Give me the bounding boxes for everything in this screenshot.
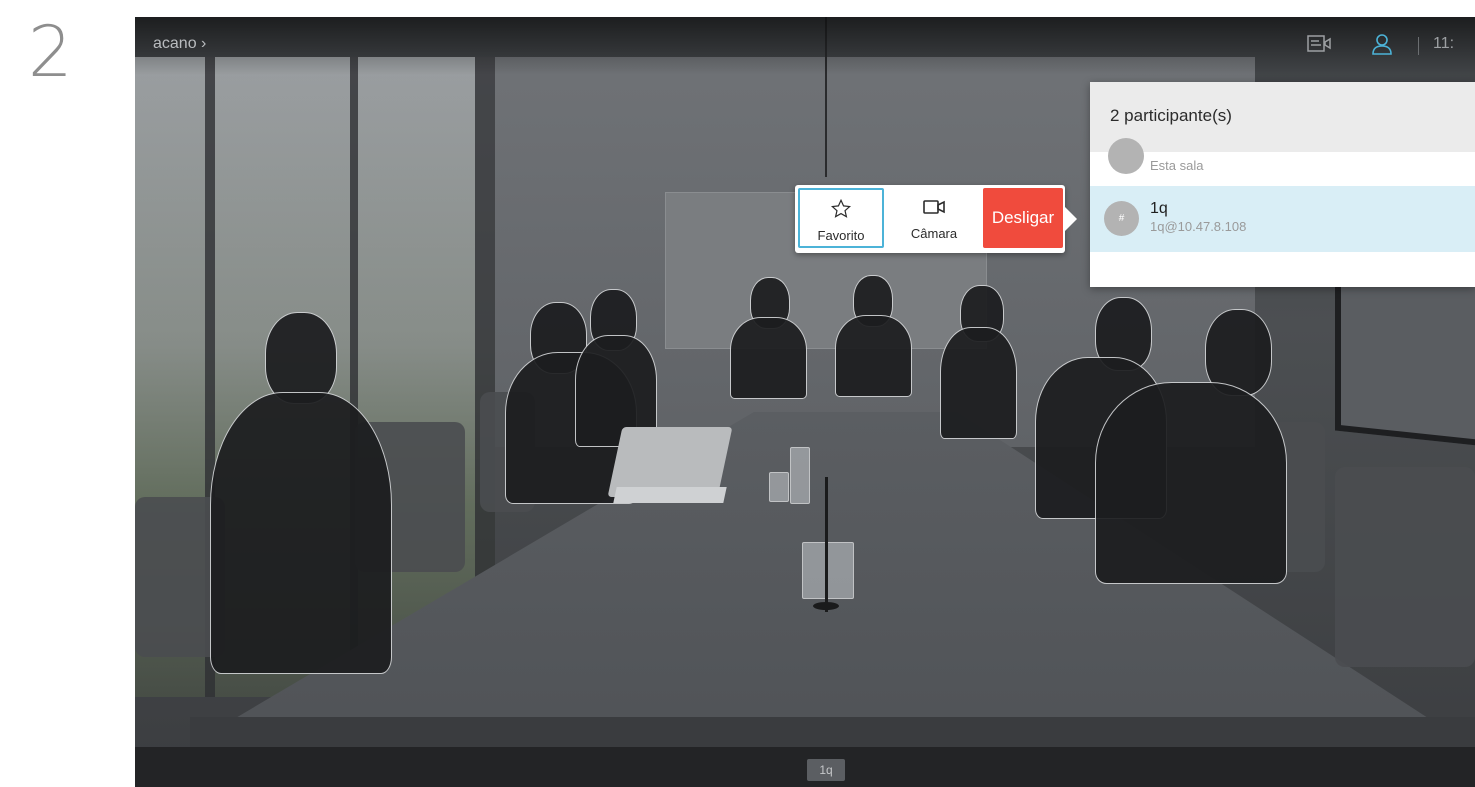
microphone-base [813, 602, 839, 610]
layout-icon[interactable] [1307, 33, 1331, 60]
camera-button[interactable]: Câmara [887, 188, 981, 248]
hangup-button[interactable]: Desligar [983, 188, 1063, 248]
call-name[interactable]: acano › [153, 35, 206, 53]
person-silhouette [940, 327, 1017, 439]
participants-icon[interactable] [1371, 33, 1393, 60]
person-silhouette [265, 312, 337, 404]
person-silhouette [210, 392, 392, 674]
avatar: # [1104, 201, 1139, 236]
topbar-divider [1418, 37, 1419, 55]
popover-pointer [1064, 206, 1077, 232]
camera-icon [887, 196, 981, 218]
table-panel [802, 542, 854, 599]
clock: 11: [1433, 35, 1455, 52]
person-silhouette [730, 317, 807, 399]
person-silhouette [835, 315, 912, 397]
favorite-button[interactable]: Favorito [798, 188, 884, 248]
chair [1335, 467, 1475, 667]
participant-name: 1q [1150, 200, 1168, 217]
participants-panel: 2 participante(s) Esta sala # 1q 1q@10.4… [1090, 82, 1475, 287]
participant-subtitle: Esta sala [1150, 158, 1204, 173]
window-mullion [475, 57, 495, 617]
glass [769, 472, 789, 502]
panel-title: 2 participante(s) [1110, 106, 1232, 125]
avatar [1108, 138, 1144, 174]
participant-row-this-room[interactable]: Esta sala [1090, 138, 1475, 186]
self-view-label: 1q [807, 759, 845, 781]
top-bar: acano › 11: [135, 17, 1475, 75]
camera-label: Câmara [910, 226, 958, 241]
floor [135, 747, 1475, 787]
call-name-label: acano [153, 35, 197, 52]
chevron-right-icon: › [201, 35, 207, 52]
panel-header: 2 participante(s) [1090, 82, 1475, 152]
favorite-label: Favorito [817, 228, 865, 243]
participant-address: 1q@10.47.8.108 [1150, 219, 1247, 234]
star-icon [800, 198, 882, 220]
laptop-base [613, 487, 727, 503]
participant-row-selected[interactable]: # 1q 1q@10.47.8.108 [1090, 186, 1475, 252]
carafe [790, 447, 810, 504]
microphone-stand [825, 477, 828, 612]
person-silhouette [1095, 382, 1287, 584]
video-screen: acano › 11: 2 participante(s) Esta sala … [135, 17, 1475, 787]
step-number: 2 [28, 11, 73, 93]
table-edge [190, 717, 1475, 747]
participant-actions-popover: Favorito Câmara Desligar [795, 185, 1065, 253]
